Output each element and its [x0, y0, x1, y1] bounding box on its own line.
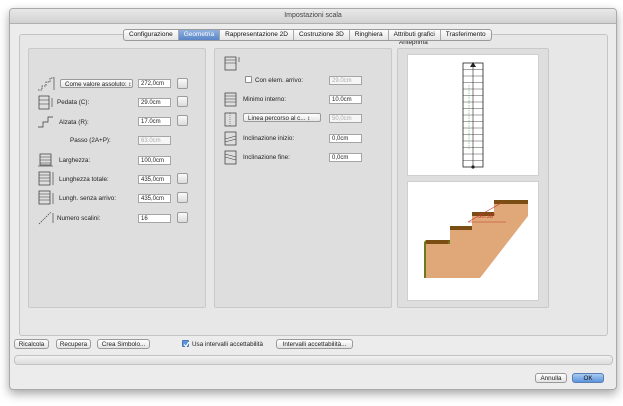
geometry-middle-panel: Con elem. arrivo: 29.0cm Minimo interno:… [214, 48, 392, 308]
tread-icon [38, 95, 53, 110]
min-inner-icon [224, 92, 237, 107]
geometry-left-panel: Come valore assoluto: ↕ 272,0cm Pedata (… [28, 48, 206, 308]
tab-ringhiera[interactable]: Ringhiera [350, 30, 389, 40]
con-elem-arrivo-field: 29.0cm [329, 76, 362, 85]
preview-3d: 30.38° [407, 181, 539, 301]
inclinazione-fine-label: Inclinazione fine: [243, 153, 290, 161]
numero-scalini-lock-button[interactable] [177, 212, 188, 223]
lunghezza-totale-field[interactable]: 435,0cm [138, 175, 171, 184]
linea-percorso-popup[interactable]: Linea percorso al c... ↕ [243, 113, 321, 122]
landing-icon [224, 56, 240, 71]
minimo-interno-field[interactable]: 10.0cm [329, 95, 362, 104]
lungh-senza-arrivo-lock-button[interactable] [177, 192, 188, 203]
pedata-label: Pedata (C): [57, 98, 90, 106]
passo-field: 63.0cm [138, 136, 171, 145]
tab-content: Come valore assoluto: ↕ 272,0cm Pedata (… [19, 34, 608, 336]
intervalli-button[interactable]: Intervalli accettabilità... [276, 339, 353, 349]
preview-panel: 30.38° [397, 48, 549, 308]
alzata-field[interactable]: 17.0cm [138, 117, 171, 126]
lunghezza-totale-label: Lunghezza totale: [59, 175, 109, 183]
inclinazione-inizio-label: Inclinazione inizio: [243, 134, 295, 142]
stair-height-icon [38, 77, 55, 91]
preview-plan [407, 54, 539, 176]
step-count-icon [38, 211, 54, 225]
riser-icon [38, 116, 53, 128]
tab-trasferimento[interactable]: Trasferimento [441, 30, 491, 40]
angle-label: 30.38° [478, 214, 496, 220]
numero-scalini-field[interactable]: 16 [138, 214, 171, 223]
tab-bar: Configurazione Geometria Rappresentazion… [123, 29, 492, 41]
annulla-button[interactable]: Annulla [535, 373, 567, 383]
checkmark-icon [183, 341, 190, 348]
length-no-landing-icon [38, 190, 54, 205]
end-slope-icon [224, 150, 237, 165]
tab-geometria[interactable]: Geometria [178, 30, 221, 40]
measure-mode-popup[interactable]: Come valore assoluto: ↕ [60, 79, 133, 88]
total-height-field[interactable]: 272,0cm [138, 79, 171, 88]
linea-percorso-field: 50,0cm [329, 114, 362, 123]
larghezza-label: Larghezza: [59, 156, 91, 164]
alzata-label: Alzata (R): [59, 118, 89, 126]
ricalcola-button[interactable]: Ricalcola [14, 339, 49, 349]
lock-icon-button[interactable] [177, 78, 188, 89]
walkline-icon [224, 112, 237, 127]
tab-attributi-grafici[interactable]: Attributi grafici [389, 30, 441, 40]
lunghezza-lock-button[interactable] [177, 173, 188, 184]
recupera-button[interactable]: Recupera [56, 339, 91, 349]
pedata-field[interactable]: 29.0cm [138, 98, 171, 107]
tab-configurazione[interactable]: Configurazione [124, 30, 179, 40]
total-length-icon [38, 171, 54, 186]
stair-3d-drawing: 30.38° [424, 200, 528, 278]
tab-costruzione-3d[interactable]: Costruzione 3D [294, 30, 350, 40]
con-elem-arrivo-checkbox[interactable] [245, 76, 252, 83]
con-elem-arrivo-label: Con elem. arrivo: [255, 76, 303, 84]
numero-scalini-label: Numero scalini: [57, 214, 101, 222]
usa-intervalli-checkbox[interactable] [182, 340, 190, 348]
start-slope-icon [224, 131, 237, 146]
inclinazione-inizio-field[interactable]: 0,0cm [329, 134, 362, 143]
usa-intervalli-label: Usa intervalli accettabilità [192, 340, 264, 348]
lungh-senza-arrivo-label: Lungh. senza arrivo: [59, 194, 117, 202]
alzata-lock-button[interactable] [177, 115, 188, 126]
progress-bar [14, 355, 613, 365]
window-title: Impostazioni scala [10, 9, 616, 24]
width-icon [38, 153, 53, 167]
minimo-interno-label: Minimo interno: [243, 95, 287, 103]
ok-button[interactable]: OK [572, 373, 604, 383]
inclinazione-fine-field[interactable]: 0,0cm [329, 153, 362, 162]
pedata-lock-button[interactable] [177, 96, 188, 107]
crea-simbolo-button[interactable]: Crea Simbolo... [97, 339, 150, 349]
settings-window: Impostazioni scala Configurazione Geomet… [9, 8, 617, 390]
larghezza-field[interactable]: 100,0cm [138, 156, 171, 165]
lungh-senza-arrivo-field[interactable]: 435,0cm [138, 194, 171, 203]
stair-plan-drawing [462, 62, 484, 169]
passo-label: Passo (2A+P): [70, 136, 111, 144]
tab-rappresentazione-2d[interactable]: Rappresentazione 2D [220, 30, 294, 40]
